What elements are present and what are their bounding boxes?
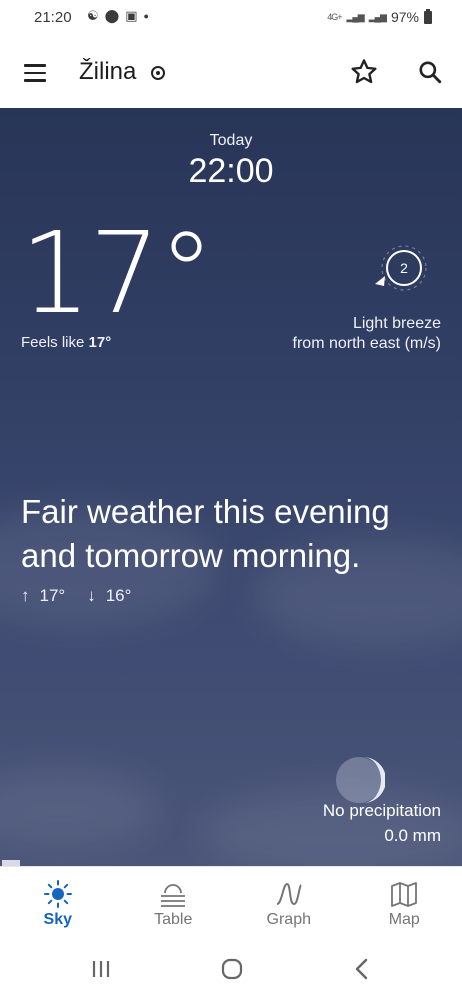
wind-line-1: Light breeze — [352, 315, 441, 332]
bottom-nav: Sky Table Graph Map — [0, 866, 462, 940]
cloud-decoration — [0, 768, 160, 848]
signal-icon-2: ▂▄▆ — [368, 11, 387, 22]
forecast-time: 22:00 — [188, 152, 274, 190]
back-icon[interactable] — [347, 954, 377, 984]
arrow-up-icon: ↑ — [21, 586, 30, 605]
search-icon[interactable] — [417, 59, 443, 85]
gps-icon — [151, 66, 165, 80]
home-icon[interactable] — [217, 954, 247, 984]
arrow-down-icon: ↓ — [87, 586, 96, 605]
tab-table-label: Table — [154, 911, 193, 928]
feels-like-label: Feels like — [21, 334, 85, 351]
sky-view[interactable]: Today 22:00 17° Feels like 17° 2 Light b… — [0, 108, 462, 866]
low-temp-value: 16° — [105, 586, 132, 605]
feels-like: Feels like 17° — [21, 334, 111, 351]
tab-table[interactable]: Table — [116, 867, 232, 940]
menu-icon[interactable] — [24, 64, 48, 82]
app-bar: Žilina — [0, 38, 462, 108]
tab-sky-label: Sky — [43, 911, 72, 928]
tab-map-label: Map — [388, 911, 420, 928]
low-temp: ↓ 16° — [87, 586, 131, 606]
network-type: 4G+ — [327, 12, 342, 22]
map-icon — [391, 882, 418, 907]
star-icon[interactable] — [349, 57, 379, 87]
feels-like-value: 17° — [88, 334, 112, 351]
weather-summary: Fair weather this evening and tomorrow m… — [21, 493, 390, 574]
app-notification-icon: ☯ — [87, 8, 99, 23]
location-title[interactable]: Žilina — [79, 58, 136, 86]
high-low: ↑ 17° ↓ 16° — [21, 586, 131, 606]
image-icon: ▣ — [125, 8, 138, 23]
tab-map[interactable]: Map — [347, 867, 462, 940]
tab-graph[interactable]: Graph — [231, 867, 347, 940]
wind-speed: 2 — [400, 260, 408, 276]
signal-icon: ▂▄▆ — [346, 11, 365, 22]
high-temp-value: 17° — [39, 586, 66, 605]
precipitation-value: 0.0 mm — [384, 826, 441, 845]
dot-icon: ● — [143, 11, 149, 21]
wind-line-2: from north east (m/s) — [292, 335, 441, 352]
period-label: Today — [209, 132, 253, 149]
recent-apps-icon[interactable] — [86, 954, 116, 984]
status-notification-icons: ☯ ⬤ ▣ ● — [85, 8, 149, 24]
status-bar: 21:20 ☯ ⬤ ▣ ● 4G+ ▂▄▆ ▂▄▆ 97% — [0, 0, 462, 38]
sun-icon — [43, 880, 72, 908]
battery-percent: 97% — [390, 9, 419, 25]
status-time: 21:20 — [34, 9, 72, 26]
battery-icon — [424, 8, 432, 24]
wind-direction-icon: 2 — [375, 245, 427, 291]
wind-description: Light breeze from north east (m/s) — [293, 314, 441, 354]
tab-sky[interactable]: Sky — [0, 867, 116, 940]
tab-graph-label: Graph — [266, 911, 311, 928]
current-temperature: 17° — [20, 209, 215, 339]
graph-icon — [276, 882, 302, 906]
high-temp: ↑ 17° — [21, 586, 65, 606]
table-icon — [161, 884, 186, 907]
system-nav-bar — [0, 940, 462, 1000]
location-pin-icon: ⬤ — [104, 8, 120, 23]
status-right: 4G+ ▂▄▆ ▂▄▆ 97% — [327, 8, 432, 25]
precipitation: No precipitation 0.0 mm — [323, 798, 441, 848]
precipitation-label: No precipitation — [322, 801, 441, 820]
